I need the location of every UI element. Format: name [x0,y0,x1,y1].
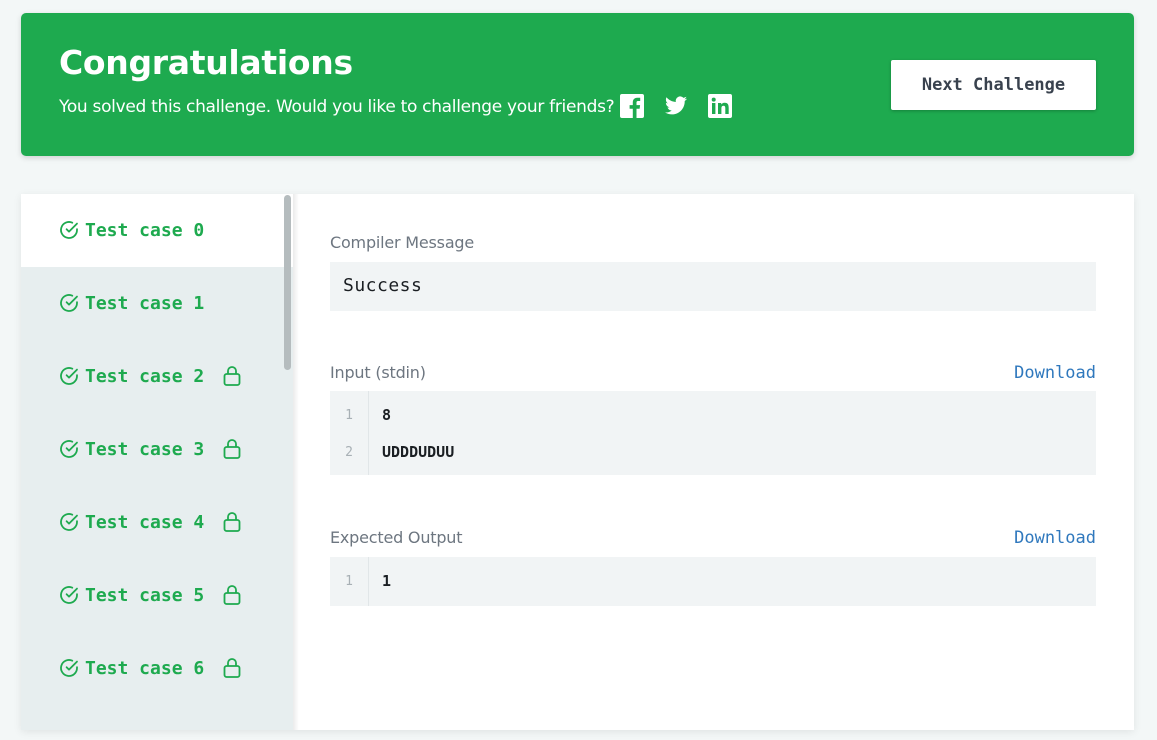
check-circle-icon [60,294,78,312]
expected-output-code-box: 1 1 [330,557,1096,606]
lock-icon [223,439,241,459]
test-case-tab-0[interactable]: Test case 0 [21,194,293,267]
compiler-message-text: Success [343,275,423,296]
facebook-icon[interactable] [620,94,644,118]
test-case-details: Compiler Message Success Input (stdin) D… [330,194,1096,730]
check-circle-icon [60,586,78,604]
sidebar-divider [293,194,299,730]
line-number: 2 [345,445,353,460]
test-case-label: Test case 1 [85,293,205,314]
input-download-link[interactable]: Download [1014,363,1096,383]
input-label: Input (stdin) [330,363,426,382]
input-code-box: 1 8 2 UDDDUDUU [330,391,1096,475]
code-line: 1 [382,572,392,590]
test-case-tab-6[interactable]: Test case 6 [21,632,293,705]
test-case-tab-1[interactable]: Test case 1 [21,267,293,340]
test-case-label: Test case 6 [85,658,205,679]
test-case-label: Test case 4 [85,512,205,533]
expected-output-download-link[interactable]: Download [1014,528,1096,548]
code-line: 8 [382,406,392,424]
test-case-tab-3[interactable]: Test case 3 [21,413,293,486]
test-case-sidebar: Test case 0 Test case 1 Test case 2 Test… [21,194,293,730]
line-number-gutter [330,391,369,475]
check-circle-icon [60,513,78,531]
success-banner: Congratulations You solved this challeng… [21,13,1134,156]
lock-icon [223,658,241,678]
compiler-message-label: Compiler Message [330,233,475,252]
check-circle-icon [60,440,78,458]
expected-output-label: Expected Output [330,528,463,547]
check-circle-icon [60,221,78,239]
test-case-label: Test case 0 [85,220,205,241]
sidebar-scrollbar[interactable] [284,195,291,370]
test-case-label: Test case 3 [85,439,205,460]
banner-title: Congratulations [59,43,353,82]
test-case-label: Test case 2 [85,366,205,387]
compiler-message-box: Success [330,262,1096,311]
linkedin-icon[interactable] [708,94,732,118]
test-case-label: Test case 5 [85,585,205,606]
test-case-tab-4[interactable]: Test case 4 [21,486,293,559]
lock-icon [223,512,241,532]
line-number: 1 [345,574,353,589]
results-panel: Test case 0 Test case 1 Test case 2 Test… [21,194,1134,730]
line-number: 1 [345,408,353,423]
next-challenge-button[interactable]: Next Challenge [891,60,1096,110]
check-circle-icon [60,659,78,677]
check-circle-icon [60,367,78,385]
twitter-icon[interactable] [664,94,688,118]
lock-icon [223,585,241,605]
test-case-tab-2[interactable]: Test case 2 [21,340,293,413]
code-line: UDDDUDUU [382,443,455,461]
test-case-tab-5[interactable]: Test case 5 [21,559,293,632]
banner-subtitle: You solved this challenge. Would you lik… [59,97,615,117]
lock-icon [223,366,241,386]
